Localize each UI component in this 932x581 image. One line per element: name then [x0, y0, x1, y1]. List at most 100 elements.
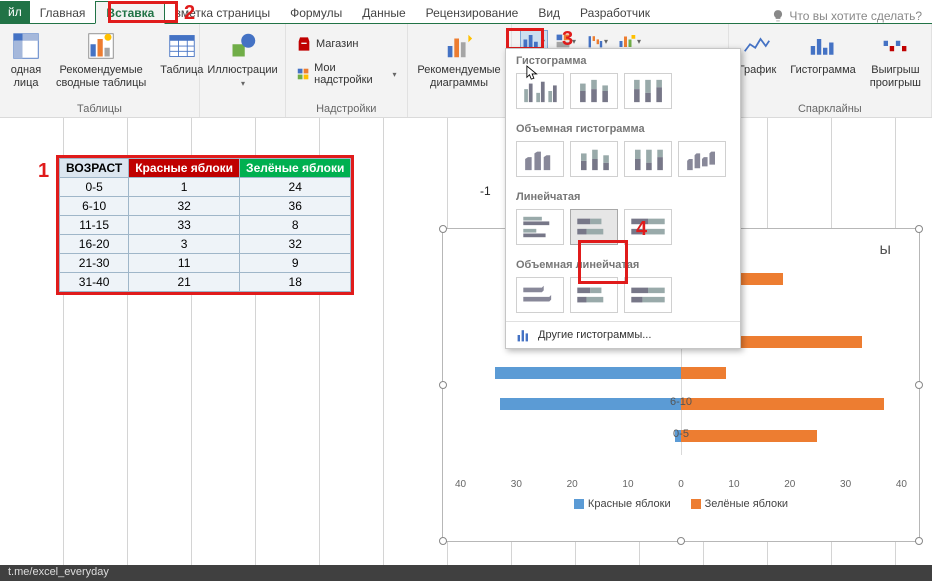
clustered-bar[interactable]: [516, 209, 564, 245]
rec-charts-icon: [443, 30, 475, 62]
3d-clustered-column[interactable]: [516, 141, 564, 177]
ribbon-group-charts: Рекомендуемые диаграммы: [408, 24, 512, 117]
category-label: 6-10: [670, 396, 692, 408]
sparkline-column-button[interactable]: Гистограмма: [786, 28, 860, 79]
tab-insert[interactable]: Вставка: [95, 1, 165, 24]
cell[interactable]: 1: [129, 178, 240, 197]
x-tick: 30: [840, 479, 851, 490]
annotation-2: 2: [184, 2, 195, 25]
chevron-down-icon: ▾: [604, 37, 608, 46]
chart-gallery-dropdown: Гистограмма Объемная гистограмма Линейча…: [505, 48, 741, 349]
ribbon-tabs: йл Главная Вставка зметка страницы Форму…: [0, 0, 932, 24]
sparkline-column-icon: [807, 30, 839, 62]
100-stacked-column[interactable]: [624, 73, 672, 109]
tab-home[interactable]: Главная: [30, 2, 96, 23]
group-label-sparklines: Спарклайны: [735, 101, 925, 115]
tab-file[interactable]: йл: [0, 1, 30, 23]
cell[interactable]: 21: [129, 273, 240, 292]
cell[interactable]: 0-5: [60, 178, 129, 197]
more-charts-button[interactable]: Другие гистограммы...: [506, 321, 740, 348]
3d-stacked-bar[interactable]: [570, 277, 618, 313]
store-button[interactable]: Магазин: [292, 34, 362, 54]
pivot-chart-icon: [618, 33, 636, 49]
x-tick: 30: [511, 479, 522, 490]
gallery-label-bar: Линейчатая: [506, 185, 740, 205]
cell[interactable]: 8: [240, 216, 351, 235]
ribbon-group-illustrations: Иллюстрации▾: [200, 24, 286, 117]
cell[interactable]: 31-40: [60, 273, 129, 292]
tab-data[interactable]: Данные: [352, 2, 415, 23]
x-tick: 40: [896, 479, 907, 490]
ribbon-group-addins: Магазин Мои надстройки▾ Надстройки: [286, 24, 408, 117]
cell[interactable]: 11: [129, 254, 240, 273]
clustered-column[interactable]: [516, 73, 564, 109]
header-age[interactable]: ВОЗРАСТ: [60, 159, 129, 178]
cursor-icon: [526, 65, 540, 81]
bar-series2[interactable]: [681, 367, 726, 379]
cell[interactable]: 32: [240, 235, 351, 254]
x-tick: 10: [622, 479, 633, 490]
data-table[interactable]: ВОЗРАСТ Красные яблоки Зелёные яблоки 0-…: [59, 158, 351, 292]
header-red-apples[interactable]: Красные яблоки: [129, 159, 240, 178]
x-tick: 20: [567, 479, 578, 490]
gallery-label-histogram-3d: Объемная гистограмма: [506, 117, 740, 137]
cell[interactable]: 24: [240, 178, 351, 197]
pivot-table-button[interactable]: одная лица: [6, 28, 46, 92]
store-icon: [296, 36, 312, 52]
recommended-charts-button[interactable]: Рекомендуемые диаграммы: [413, 28, 504, 92]
x-tick: 20: [784, 479, 795, 490]
stacked-bar[interactable]: [570, 209, 618, 245]
bar-series2[interactable]: [681, 398, 884, 410]
chart-legend[interactable]: Красные яблоки Зелёные яблоки: [443, 490, 919, 510]
legend-series-2: Зелёные яблоки: [705, 498, 788, 510]
3d-column[interactable]: [678, 141, 726, 177]
lightbulb-icon: [771, 9, 785, 23]
x-tick: 0: [678, 479, 684, 490]
sparkline-winloss-icon: [879, 30, 911, 62]
tab-view[interactable]: Вид: [528, 2, 570, 23]
tell-me-search[interactable]: Что вы хотите сделать?: [761, 9, 932, 23]
pivot-table-icon: [10, 30, 42, 62]
cell[interactable]: 11-15: [60, 216, 129, 235]
cell[interactable]: 18: [240, 273, 351, 292]
waterfall-icon: [587, 33, 603, 49]
header-green-apples[interactable]: Зелёные яблоки: [240, 159, 351, 178]
cell[interactable]: 33: [129, 216, 240, 235]
illustrations-button[interactable]: Иллюстрации▾: [203, 28, 281, 91]
status-bar: t.me/excel_everyday: [0, 565, 932, 581]
gallery-label-bar-3d: Объемная линейчатая: [506, 253, 740, 273]
cell[interactable]: 36: [240, 197, 351, 216]
cell[interactable]: 21-30: [60, 254, 129, 273]
3d-clustered-bar[interactable]: [516, 277, 564, 313]
ribbon: одная лица Рекомендуемые сводные таблицы…: [0, 24, 932, 118]
cell[interactable]: 9: [240, 254, 351, 273]
tab-page-layout[interactable]: зметка страницы: [165, 2, 280, 23]
my-addins-button[interactable]: Мои надстройки▾: [292, 60, 401, 88]
100-stacked-bar[interactable]: [624, 209, 672, 245]
group-label-tables: Таблицы: [6, 101, 193, 115]
stacked-column[interactable]: [570, 73, 618, 109]
cell[interactable]: 32: [129, 197, 240, 216]
sparkline-winloss-button[interactable]: Выигрыш проигрыш: [866, 28, 925, 92]
tab-formulas[interactable]: Формулы: [280, 2, 352, 23]
annotation-4: 4: [636, 218, 647, 241]
tab-review[interactable]: Рецензирование: [416, 2, 529, 23]
3d-100-stacked-bar[interactable]: [624, 277, 672, 313]
chevron-down-icon: ▾: [241, 79, 245, 89]
3d-stacked-column[interactable]: [570, 141, 618, 177]
tab-developer[interactable]: Разработчик: [570, 2, 660, 23]
chevron-down-icon: ▾: [393, 70, 397, 79]
bar-series2[interactable]: [681, 430, 817, 442]
bar-series1[interactable]: [495, 367, 681, 379]
recommended-pivot-button[interactable]: Рекомендуемые сводные таблицы: [52, 28, 150, 92]
cell[interactable]: 6-10: [60, 197, 129, 216]
cell[interactable]: 3: [129, 235, 240, 254]
legend-series-1: Красные яблоки: [588, 498, 671, 510]
column-chart-icon: [522, 33, 540, 49]
sparkline-line-button[interactable]: График: [735, 28, 781, 79]
cell[interactable]: 16-20: [60, 235, 129, 254]
chevron-down-icon: ▾: [541, 37, 545, 46]
3d-100-stacked-column[interactable]: [624, 141, 672, 177]
category-label: 0-5: [673, 428, 689, 440]
bar-series1[interactable]: [500, 398, 681, 410]
